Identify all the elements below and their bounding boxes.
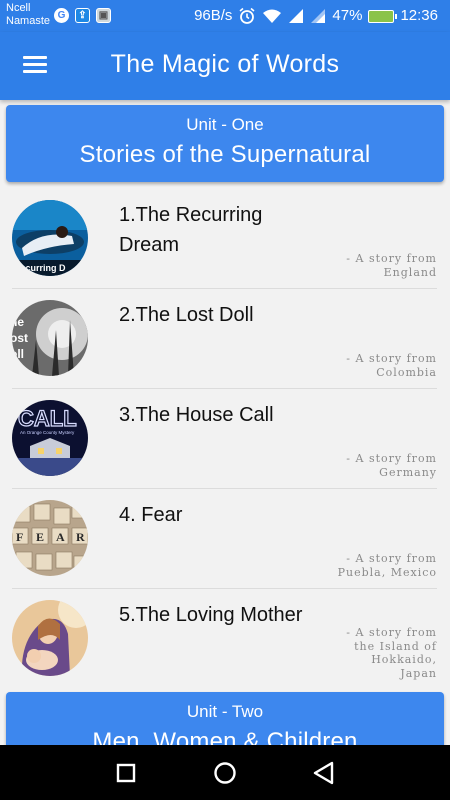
signal-2-icon [311, 9, 326, 23]
navigation-bar [0, 745, 450, 800]
story-origin: - A story from England [307, 252, 437, 279]
unit-two-header[interactable]: Unit - Two Men, Women & Children [6, 692, 444, 752]
origin-line: Colombia [376, 365, 437, 379]
unit-title: Stories of the Supernatural [79, 141, 371, 168]
story-origin: - A story from Germany [307, 452, 437, 479]
story-title: 5.The Loving Mother [119, 604, 303, 626]
origin-line: - A story from [346, 552, 437, 565]
thumbnail-caption: oll [12, 347, 24, 361]
battery-icon [368, 9, 398, 23]
story-item-recurring-dream[interactable]: Recurring D 1.The Recurring Dream - A st… [0, 188, 450, 288]
origin-line: England [383, 265, 437, 279]
origin-line: Germany [379, 465, 437, 479]
thumbnail-caption: An Orange County Mystery [20, 430, 75, 435]
story-title: 3.The House Call [119, 404, 274, 426]
story-thumbnail: CALL An Orange County Mystery [12, 400, 88, 476]
circle-icon[interactable] [211, 759, 239, 787]
origin-line: - A story from [346, 252, 437, 265]
wifi-icon [263, 9, 282, 23]
story-thumbnail: F E A R [12, 500, 88, 576]
story-origin: - A story from Colombia [307, 352, 437, 379]
story-item-lost-doll[interactable]: he ost oll 2.The Lost Doll - A story fro… [0, 288, 450, 388]
story-thumbnail: Recurring D [12, 200, 88, 276]
origin-line: - A story from [346, 352, 437, 365]
unit-one-header[interactable]: Unit - One Stories of the Supernatural [6, 105, 444, 182]
square-icon[interactable] [112, 759, 140, 787]
clock: 12:36 [400, 7, 438, 24]
origin-line: Japan [400, 666, 437, 680]
system-indicators: 96B/s 47% 12:36 [194, 6, 438, 26]
unit-label: Unit - Two [186, 702, 264, 721]
carrier-name: Ncell Namaste [6, 2, 50, 28]
story-item-loving-mother[interactable]: 5.The Loving Mother - A story from the I… [0, 588, 450, 688]
network-speed: 96B/s [194, 7, 233, 24]
tile-letter: E [36, 530, 44, 544]
google-notification-icon: G [54, 8, 69, 23]
story-thumbnail [12, 600, 88, 676]
origin-line: Hokkaido, [371, 653, 437, 666]
tile-letter: F [16, 530, 23, 544]
carrier-line-2: Namaste [6, 15, 51, 27]
alarm-icon [239, 7, 255, 24]
status-bar: Ncell Namaste G ⇪ ▣ 96B/s 47% 12:36 [0, 0, 450, 32]
notification-icons: G ⇪ ▣ [54, 8, 111, 23]
origin-line: - A story from [346, 626, 437, 639]
triangle-back-icon[interactable] [310, 759, 338, 787]
thumbnail-caption: CALL [18, 406, 77, 431]
signal-icon [289, 9, 304, 23]
story-title: 2.The Lost Doll [119, 304, 254, 326]
thumbnail-caption: he [12, 315, 24, 329]
carrier-line-1: Ncell [6, 2, 31, 14]
app-bar: The Magic of Words [0, 32, 450, 100]
story-item-fear[interactable]: F E A R 4. Fear - A story from Puebla, M… [0, 488, 450, 588]
thumbnail-caption: Recurring D [14, 263, 66, 273]
app-title: The Magic of Words [110, 50, 340, 78]
origin-line: the Island of [354, 639, 437, 653]
story-origin: - A story from Puebla, Mexico [307, 552, 437, 579]
story-origin: - A story from the Island of Hokkaido, J… [307, 626, 437, 680]
tile-letter: R [76, 530, 85, 544]
image-notification-icon: ▣ [96, 8, 111, 23]
tile-letter: A [56, 530, 65, 544]
story-item-house-call[interactable]: CALL An Orange County Mystery 3.The Hous… [0, 388, 450, 488]
origin-line: - A story from [346, 452, 437, 465]
origin-line: Puebla, Mexico [337, 565, 437, 579]
thumbnail-caption: ost [12, 331, 28, 345]
battery-percent: 47% [332, 7, 363, 24]
unit-label: Unit - One [186, 115, 264, 134]
story-title: 4. Fear [119, 504, 183, 526]
story-thumbnail: he ost oll [12, 300, 88, 376]
upload-notification-icon: ⇪ [75, 8, 90, 23]
story-title: 1.The Recurring Dream [119, 204, 263, 256]
